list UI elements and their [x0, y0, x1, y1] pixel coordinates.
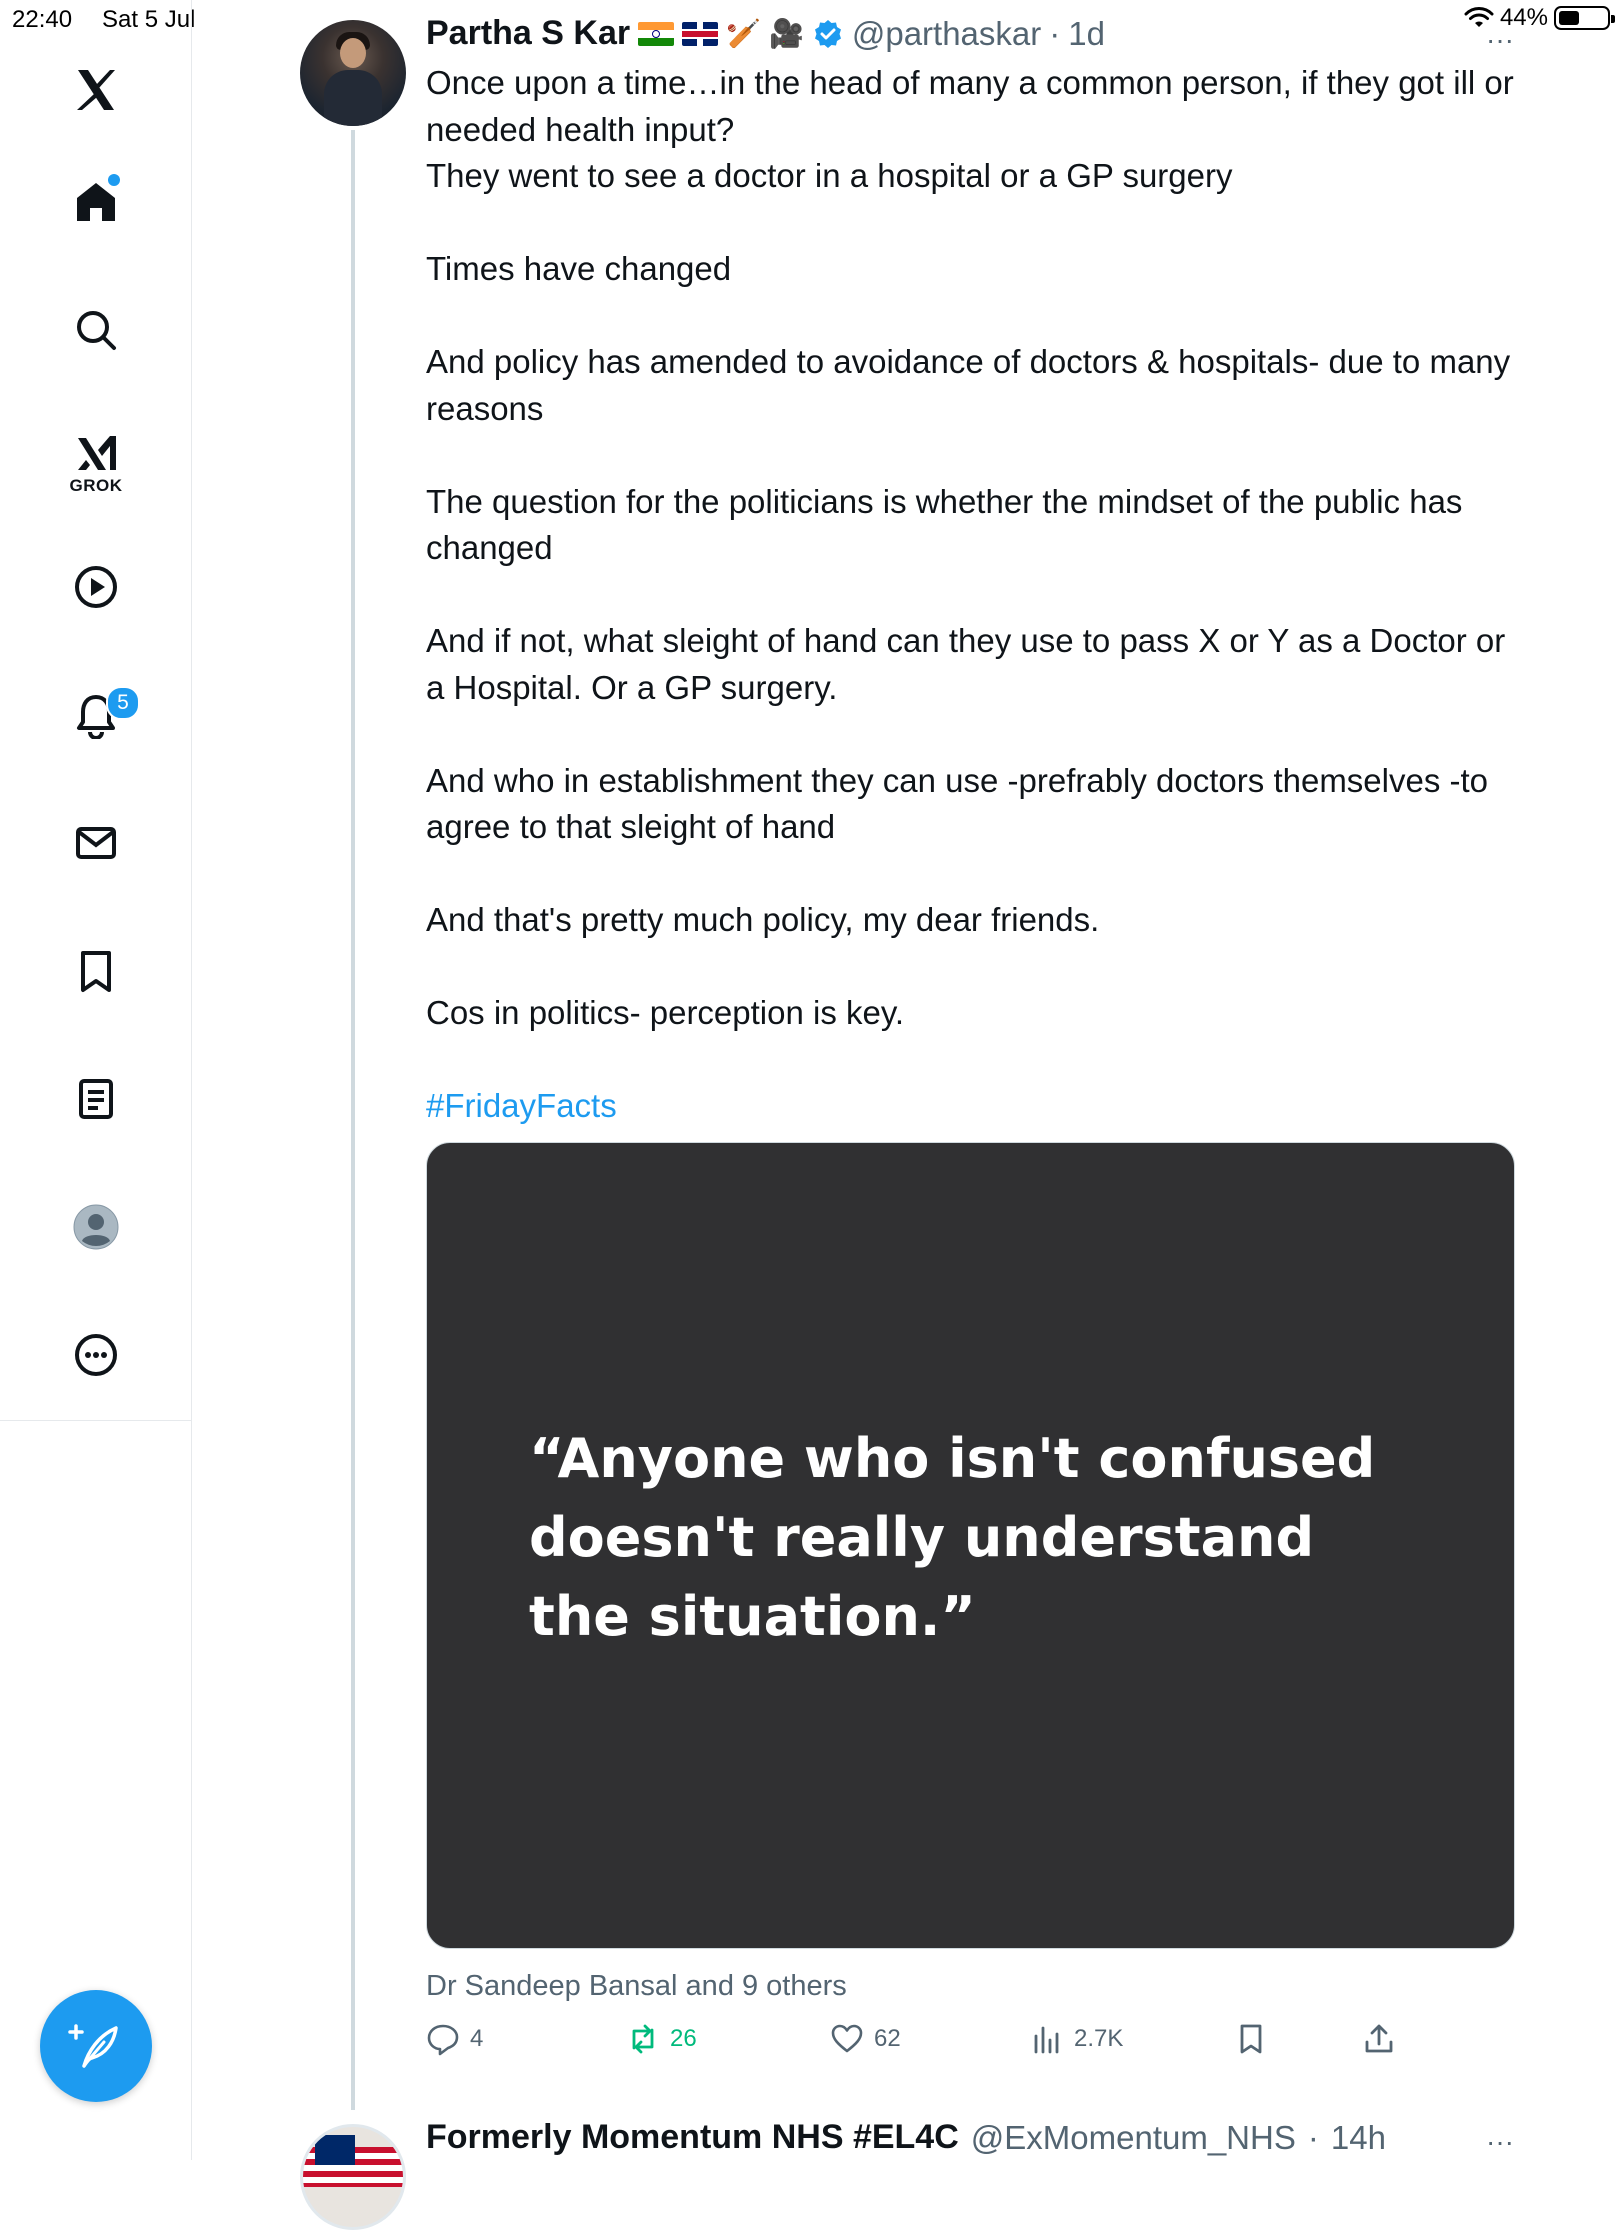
- verified-badge-icon: [814, 19, 841, 48]
- profile-icon[interactable]: [66, 1197, 126, 1257]
- next-tweet-more-button[interactable]: ···: [1486, 2126, 1514, 2158]
- next-author-avatar[interactable]: [300, 2124, 406, 2230]
- x-logo-icon[interactable]: [66, 60, 126, 120]
- sidebar-divider: [0, 1420, 192, 1421]
- tweet-paragraph: And who in establishment they can use -p…: [426, 761, 1489, 846]
- tweet-time[interactable]: 1d: [1068, 15, 1105, 53]
- next-tweet-header: Formerly Momentum NHS #EL4C @ExMomentum_…: [426, 2118, 1386, 2157]
- tweet-header: Partha S Kar 🏏 🎥 @parthaskar · 1d: [426, 14, 1105, 53]
- search-icon[interactable]: [66, 300, 126, 360]
- tweet-actions-bar: 4 26 62 2.7K: [426, 2022, 1515, 2072]
- next-author-display-name[interactable]: Formerly Momentum NHS #EL4C: [426, 2118, 959, 2157]
- india-flag-icon: [638, 21, 675, 46]
- reply-button[interactable]: 4: [426, 2022, 483, 2056]
- next-tweet-time[interactable]: 14h: [1331, 2119, 1386, 2157]
- quote-line: “Anyone who isn't confused: [529, 1427, 1376, 1490]
- heart-icon: [831, 2024, 863, 2053]
- next-author-handle[interactable]: @ExMomentum_NHS: [971, 2119, 1296, 2157]
- reply-count: 4: [470, 2025, 484, 2052]
- movie-camera-icon: 🎥: [768, 18, 804, 49]
- tweet-more-button[interactable]: ···: [1486, 24, 1514, 56]
- home-notification-dot: [108, 174, 120, 186]
- compose-button[interactable]: [40, 1990, 152, 2102]
- author-avatar[interactable]: [300, 20, 406, 126]
- tweet-paragraph: Once upon a time…in the head of many a c…: [426, 64, 1514, 148]
- like-count: 62: [874, 2025, 901, 2052]
- tweet-paragraph: Cos in politics- perception is key.: [426, 994, 905, 1031]
- share-button[interactable]: [1362, 2022, 1396, 2056]
- author-handle[interactable]: @parthaskar: [852, 15, 1041, 53]
- grok-label: GROK: [69, 476, 123, 495]
- cricket-icon: 🏏: [726, 18, 761, 49]
- tweet-paragraph: Times have changed: [426, 250, 732, 287]
- bookmark-icon: [1240, 2024, 1262, 2054]
- repost-button[interactable]: 26: [626, 2022, 697, 2056]
- bookmark-icon[interactable]: [66, 941, 126, 1001]
- tweet-paragraph: And if not, what sleight of hand can the…: [426, 622, 1506, 706]
- next-separator-dot: ·: [1307, 2118, 1319, 2156]
- repost-count: 26: [670, 2025, 697, 2052]
- play-icon[interactable]: [66, 557, 126, 617]
- analytics-icon: [1034, 2026, 1059, 2054]
- bookmark-tweet-button[interactable]: [1234, 2022, 1268, 2056]
- compose-icon: [68, 2024, 118, 2068]
- tweet-paragraph: And policy has amended to avoidance of d…: [426, 343, 1511, 427]
- author-display-name[interactable]: Partha S Kar: [426, 14, 630, 53]
- mail-icon[interactable]: [66, 813, 126, 873]
- thread-connector-line: [351, 130, 355, 2110]
- separator-dot: ·: [1049, 14, 1061, 52]
- tweet-paragraph: They went to see a doctor in a hospital …: [426, 157, 1233, 194]
- reply-icon: [427, 2024, 459, 2056]
- battery-icon: [1554, 6, 1615, 30]
- tweet-media-image[interactable]: “Anyone who isn't confused doesn't reall…: [426, 1142, 1515, 1949]
- tweet-paragraph: The question for the politicians is whet…: [426, 482, 1463, 567]
- hashtag-link[interactable]: #FridayFacts: [426, 1087, 617, 1124]
- views-count: 2.7K: [1074, 2025, 1124, 2052]
- sidebar: GROK 5: [0, 0, 192, 2160]
- liked-by-text[interactable]: Dr Sandeep Bansal and 9 others: [426, 1970, 847, 2003]
- tweet-text: Once upon a time…in the head of many a c…: [426, 60, 1526, 1130]
- media-quote-text: “Anyone who isn't confused doesn't reall…: [529, 1419, 1429, 1656]
- like-button[interactable]: 62: [830, 2022, 901, 2056]
- repost-icon: [632, 2024, 654, 2054]
- share-icon: [1365, 2024, 1393, 2053]
- quote-line: the situation.”: [529, 1585, 976, 1648]
- grok-icon[interactable]: [66, 424, 126, 484]
- views-button[interactable]: 2.7K: [1030, 2022, 1123, 2056]
- uk-flag-icon: [682, 21, 719, 46]
- more-icon[interactable]: [66, 1325, 126, 1385]
- tweet-paragraph: And that's pretty much policy, my dear f…: [426, 901, 1100, 938]
- list-icon[interactable]: [66, 1069, 126, 1129]
- quote-line: doesn't really understand: [529, 1506, 1315, 1569]
- notification-badge: 5: [106, 686, 140, 720]
